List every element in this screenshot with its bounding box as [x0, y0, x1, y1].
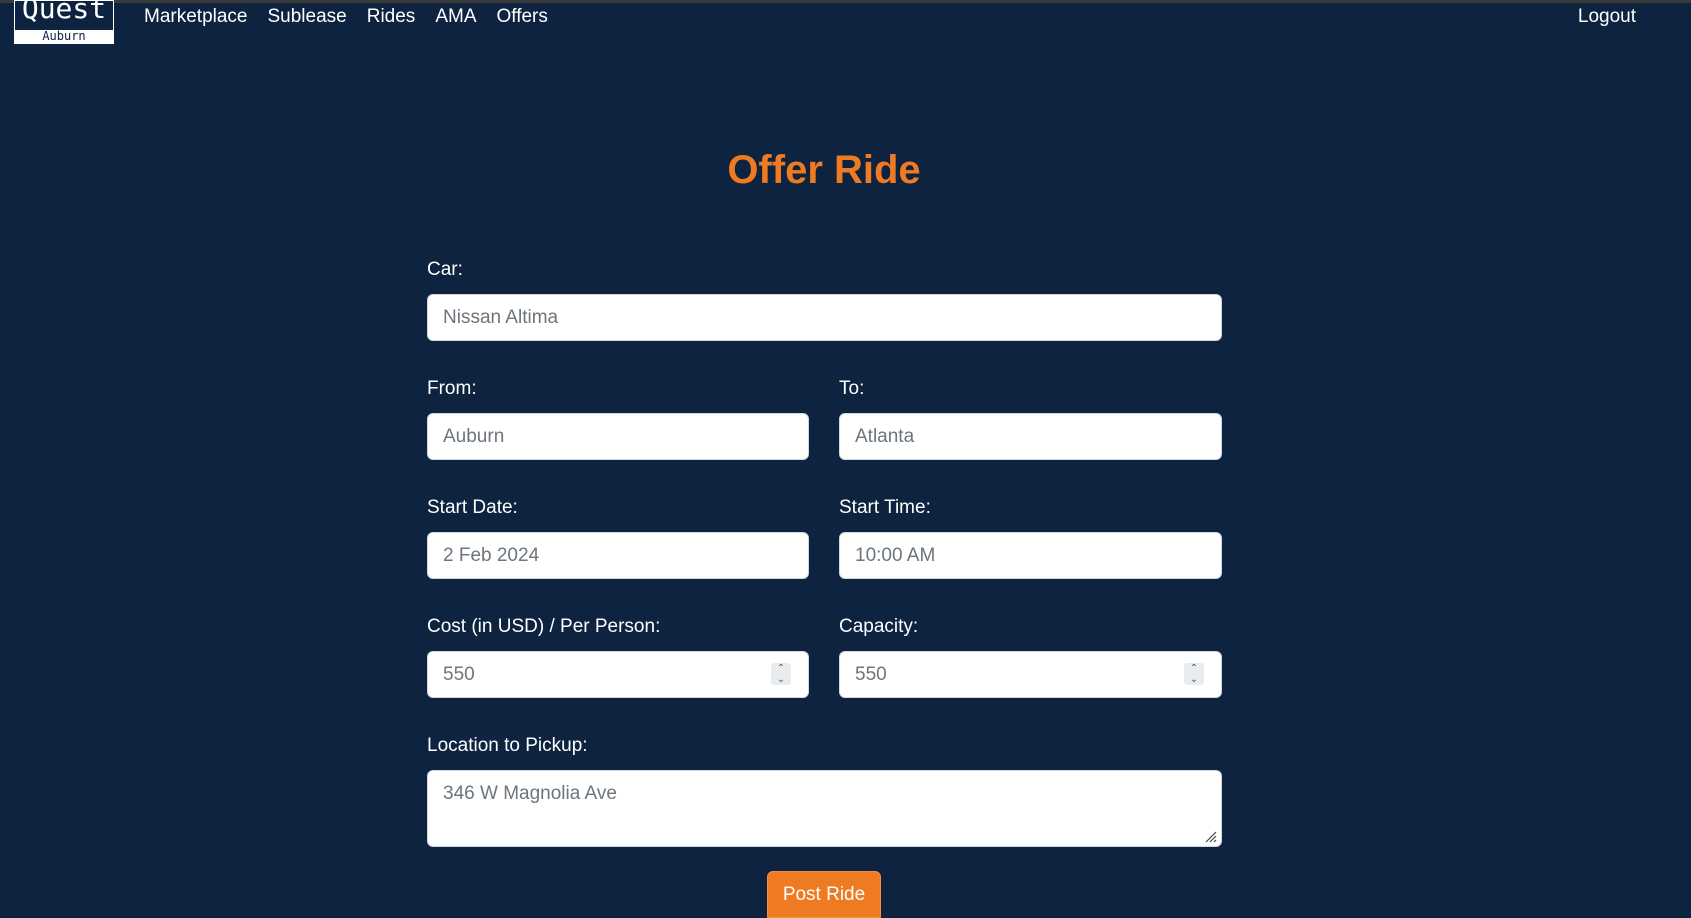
capacity-input[interactable] — [839, 651, 1222, 698]
logo-title: Quest — [21, 0, 107, 25]
nav-link-rides[interactable]: Rides — [367, 5, 416, 29]
nav-link-ama[interactable]: AMA — [435, 5, 476, 29]
from-input[interactable] — [427, 413, 809, 460]
start-date-input[interactable] — [427, 532, 809, 579]
nav-link-sublease[interactable]: Sublease — [268, 5, 347, 29]
page-title: Offer Ride — [727, 148, 921, 192]
chevron-down-icon[interactable]: ⌄ — [1184, 674, 1204, 685]
to-input[interactable] — [839, 413, 1222, 460]
nav-link-offers[interactable]: Offers — [497, 5, 548, 29]
capacity-stepper[interactable]: ⌃ ⌄ — [1184, 663, 1204, 685]
chevron-up-icon[interactable]: ⌃ — [1184, 663, 1204, 674]
capacity-label: Capacity: — [839, 616, 919, 637]
pickup-textarea[interactable] — [427, 770, 1222, 847]
logo-subtitle: Auburn — [15, 30, 113, 43]
chevron-up-icon[interactable]: ⌃ — [771, 663, 791, 674]
post-ride-button[interactable]: Post Ride — [767, 871, 881, 918]
from-label: From: — [427, 378, 477, 399]
pickup-label: Location to Pickup: — [427, 735, 588, 756]
nav-link-marketplace[interactable]: Marketplace — [144, 5, 248, 29]
start-time-label: Start Time: — [839, 497, 931, 518]
nav-links: Marketplace Sublease Rides AMA Offers — [144, 5, 548, 29]
car-label: Car: — [427, 259, 463, 280]
start-time-input[interactable] — [839, 532, 1222, 579]
cost-label: Cost (in USD) / Per Person: — [427, 616, 661, 637]
to-label: To: — [839, 378, 865, 399]
cost-stepper[interactable]: ⌃ ⌄ — [771, 663, 791, 685]
logout-link[interactable]: Logout — [1578, 5, 1636, 29]
start-date-label: Start Date: — [427, 497, 518, 518]
cost-input[interactable] — [427, 651, 809, 698]
quest-auburn-logo[interactable]: Quest Auburn — [14, 0, 114, 44]
resize-grip-icon[interactable] — [1203, 829, 1217, 843]
chevron-down-icon[interactable]: ⌄ — [771, 674, 791, 685]
top-navbar: Quest Auburn Marketplace Sublease Rides … — [0, 0, 1691, 46]
car-input[interactable] — [427, 294, 1222, 341]
